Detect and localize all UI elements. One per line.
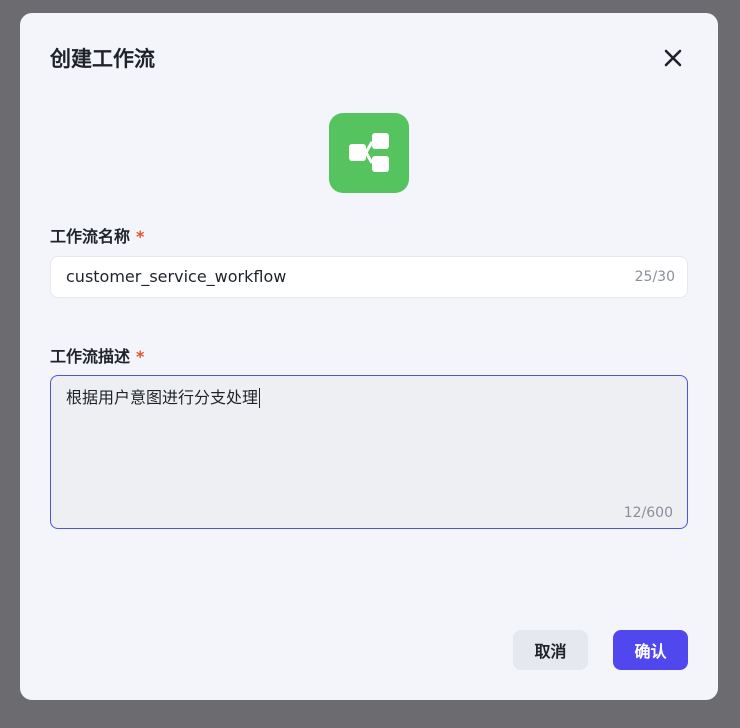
workflow-name-label-text: 工作流名称 [50,227,131,246]
cancel-button[interactable]: 取消 [513,630,588,670]
workflow-description-text: 根据用户意图进行分支处理 [66,388,259,407]
workflow-description-textarea[interactable]: 根据用户意图进行分支处理 12/600 [50,375,688,529]
workflow-description-counter: 12/600 [623,505,673,521]
workflow-name-counter: 25/30 [634,269,675,285]
workflow-description-value: 根据用户意图进行分支处理 [66,388,261,408]
close-icon[interactable] [660,45,686,71]
text-caret [259,388,261,408]
workflow-description-label: 工作流描述 * [50,346,144,368]
create-workflow-dialog: 创建工作流 工作流名称 * customer_service_workflow 2… [20,13,718,700]
workflow-icon [329,113,409,193]
workflow-name-input[interactable]: customer_service_workflow 25/30 [50,256,688,298]
workflow-description-label-text: 工作流描述 [50,347,131,366]
dialog-title: 创建工作流 [50,47,155,71]
required-mark: * [136,347,145,366]
workflow-name-label: 工作流名称 * [50,226,144,248]
workflow-name-value: customer_service_workflow [66,267,287,286]
confirm-button[interactable]: 确认 [613,630,688,670]
required-mark: * [136,227,145,246]
